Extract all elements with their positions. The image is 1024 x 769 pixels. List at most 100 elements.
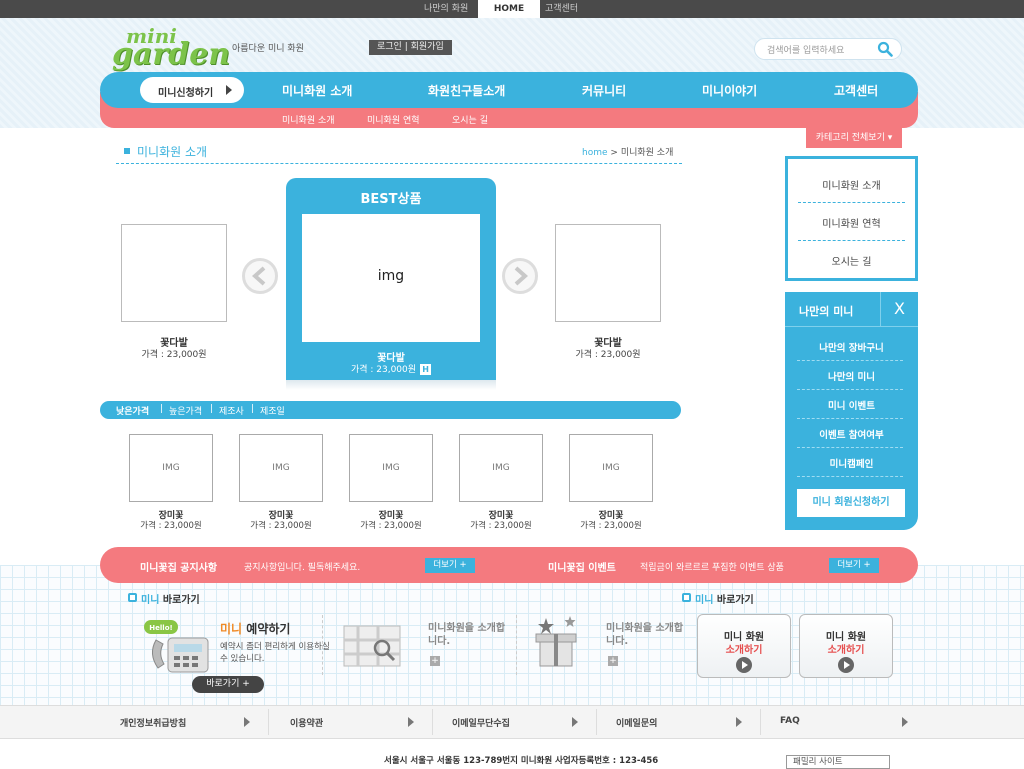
product-image[interactable]: IMG — [129, 434, 213, 502]
my-item-cart[interactable]: 나만의 장바구니 — [785, 340, 918, 354]
footer-divider — [268, 709, 269, 735]
search-placeholder: 검색어를 입력하세요 — [767, 46, 845, 56]
shortcut-title-rest: 바로가기 — [716, 595, 754, 606]
logo-garden: garden — [112, 37, 231, 72]
subnav-item-directions[interactable]: 오시는 길 — [452, 113, 488, 126]
footer-link-privacy[interactable]: 개인정보취급방침 — [120, 716, 186, 729]
reserve-title: 미니 예약하기 — [220, 620, 290, 637]
best-product-price: 가격 : 23,000원 — [350, 365, 417, 375]
carousel-right-image[interactable] — [555, 224, 661, 322]
best-image-label: img — [377, 268, 405, 284]
product-price: 가격 : 23,000원 — [580, 521, 642, 531]
best-title: BEST상품 — [360, 192, 422, 207]
my-item-divider — [797, 389, 903, 390]
quick-card[interactable]: 미니 화원 소개하기 — [697, 614, 791, 678]
reserve-title-rest: 예약하기 — [246, 622, 291, 636]
top-link-home[interactable]: HOME — [478, 0, 540, 18]
shortcut-title: 미니 바로가기 — [141, 591, 200, 606]
sort-high-price[interactable]: 높은가격 — [169, 404, 202, 417]
nav-item-community[interactable]: 커뮤니티 — [582, 82, 626, 99]
category-item-intro[interactable]: 미니화원 소개 — [788, 177, 915, 192]
product-image[interactable]: IMG — [349, 434, 433, 502]
product-image-label: IMG — [162, 463, 180, 473]
product-price: 가격 : 23,000원 — [470, 521, 532, 531]
product-image-label: IMG — [492, 463, 510, 473]
category-divider — [798, 202, 905, 203]
product-image-label: IMG — [272, 463, 290, 473]
footer-link-email-policy[interactable]: 이메일무단수집 — [452, 716, 510, 729]
gift-box-icon — [535, 616, 577, 667]
my-item-campaign[interactable]: 미니캠페인 — [785, 456, 918, 470]
product-image[interactable]: IMG — [459, 434, 543, 502]
subnav-item-history[interactable]: 미니화원 연혁 — [367, 113, 420, 126]
intro-text-1[interactable]: 미니화원을 소개합니다. — [428, 622, 508, 648]
nav-item-friends[interactable]: 화원친구들소개 — [428, 82, 505, 99]
category-item-directions[interactable]: 오시는 길 — [788, 253, 915, 268]
footer-link-terms[interactable]: 이용약관 — [290, 716, 323, 729]
category-item-history[interactable]: 미니화원 연혁 — [788, 215, 915, 230]
family-site-select[interactable]: 패밀리 사이트 — [786, 755, 890, 769]
close-icon[interactable]: X — [880, 292, 918, 326]
nav-item-support[interactable]: 고객센터 — [834, 82, 878, 99]
sort-date[interactable]: 제조일 — [260, 404, 285, 417]
join-link[interactable]: 회원가입 — [411, 42, 444, 52]
subnav-item-intro[interactable]: 미니화원 소개 — [282, 113, 335, 126]
shortcut-title-mini: 미니 — [141, 595, 160, 606]
play-icon — [838, 657, 854, 673]
intro-text-2[interactable]: 미니화원을 소개합니다. — [606, 622, 686, 648]
sort-maker[interactable]: 제조사 — [219, 404, 244, 417]
event-more-button[interactable]: 더보기 + — [829, 558, 879, 573]
my-item-event-entry[interactable]: 이벤트 참여여부 — [785, 427, 918, 441]
carousel-left-image[interactable] — [121, 224, 227, 322]
search-input[interactable]: 검색어를 입력하세요 — [754, 38, 902, 60]
plus-icon[interactable]: + — [608, 656, 618, 666]
arrow-right-icon — [408, 717, 414, 727]
quick-card[interactable]: 미니 화원 소개하기 — [799, 614, 893, 678]
category-all-button[interactable]: 카테고리 전체보기 ▾ — [806, 128, 902, 148]
notice-text[interactable]: 공지사항입니다. 필독해주세요. — [244, 560, 360, 573]
chevron-left-icon — [251, 266, 266, 286]
nav-item-intro[interactable]: 미니화원 소개 — [282, 82, 352, 99]
product-image[interactable]: IMG — [569, 434, 653, 502]
best-product-image[interactable]: img — [302, 214, 480, 342]
event-text[interactable]: 적립금이 와르르르 푸짐한 이벤트 상품 — [640, 560, 784, 573]
arrow-right-icon — [244, 717, 250, 727]
apply-button[interactable]: 미니신청하기 — [140, 77, 244, 103]
product-image-label: IMG — [382, 463, 400, 473]
hello-tag: Hello! — [149, 624, 172, 632]
product-image-label: IMG — [602, 463, 620, 473]
notice-title: 미니꽃집 공지사항 — [140, 563, 218, 574]
login-link[interactable]: 로그인 — [377, 42, 402, 52]
quick-card-line2: 소개하기 — [725, 645, 763, 656]
my-item-my-mini[interactable]: 나만의 미니 — [785, 369, 918, 383]
sort-low-price[interactable]: 낮은가격 — [116, 404, 149, 417]
footer-link-email-inquiry[interactable]: 이메일문의 — [616, 716, 657, 729]
product-price: 가격 : 23,000원 — [250, 521, 312, 531]
carousel-next-button[interactable] — [502, 258, 538, 294]
top-link-my-garden[interactable]: 나만의 화원 — [424, 0, 468, 18]
carousel-right-price: 가격 : 23,000원 — [575, 350, 641, 360]
carousel-prev-button[interactable] — [242, 258, 278, 294]
top-link-support[interactable]: 고객센터 — [545, 0, 578, 18]
breadcrumb: home > 미니화원 소개 — [582, 145, 673, 158]
nav-item-story[interactable]: 미니이야기 — [702, 82, 757, 99]
breadcrumb-home[interactable]: home — [582, 148, 608, 158]
sort-divider: | — [251, 404, 255, 414]
plus-icon[interactable]: + — [430, 656, 440, 666]
notice-more-button[interactable]: 더보기 + — [425, 558, 475, 573]
member-apply-button[interactable]: 미니 회원신청하기 — [797, 489, 905, 517]
my-item-divider — [797, 418, 903, 419]
play-arrow-icon — [226, 85, 232, 95]
go-shortcut-button[interactable]: 바로가기 + — [192, 676, 264, 693]
logo[interactable]: mini garden — [112, 26, 230, 70]
search-icon[interactable] — [877, 41, 893, 57]
family-site-label: 패밀리 사이트 — [793, 757, 843, 767]
footer-link-faq[interactable]: FAQ — [780, 716, 800, 726]
arrow-right-icon — [736, 717, 742, 727]
footer-address: 서울시 서울구 서울동 123-789번지 미니화원 사업자등록번호 : 123… — [384, 756, 659, 766]
product-image[interactable]: IMG — [239, 434, 323, 502]
sort-divider: | — [160, 404, 164, 414]
hot-badge: H — [420, 364, 432, 375]
my-item-event[interactable]: 미니 이벤트 — [785, 398, 918, 412]
arrow-right-icon — [572, 717, 578, 727]
